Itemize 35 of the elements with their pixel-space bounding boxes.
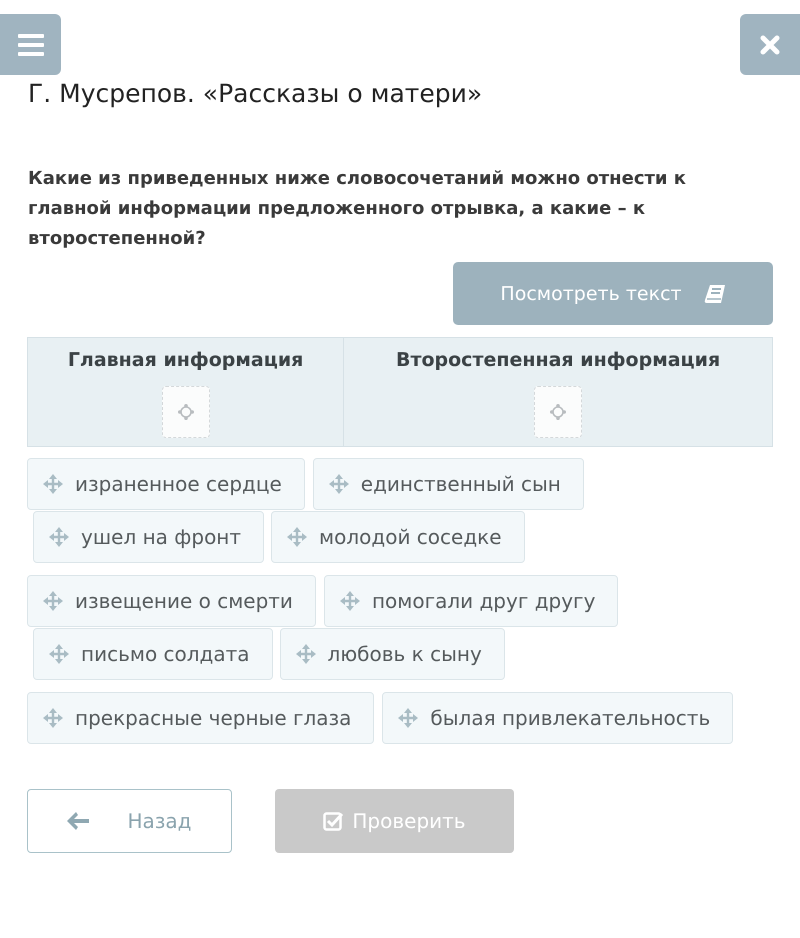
move-icon xyxy=(328,474,349,494)
column-heading: Главная информация xyxy=(68,348,304,373)
crosshair-icon xyxy=(178,404,194,420)
move-icon xyxy=(43,474,63,494)
arrow-left-icon xyxy=(67,812,90,830)
move-icon xyxy=(340,591,360,611)
draggable-phrase[interactable]: прекрасные черные глаза xyxy=(27,692,374,744)
move-icon xyxy=(296,644,316,664)
draggable-phrase[interactable]: извещение о смерти xyxy=(27,575,316,627)
menu-button[interactable] xyxy=(0,14,61,75)
move-icon xyxy=(43,708,63,728)
move-icon xyxy=(398,708,418,728)
move-icon xyxy=(287,527,308,547)
draggable-phrase[interactable]: молодой соседке xyxy=(271,511,525,563)
close-icon xyxy=(760,34,780,54)
draggable-phrase[interactable]: письмо солдата xyxy=(33,628,273,680)
move-icon xyxy=(49,644,69,664)
draggable-phrase[interactable]: былая привлекательность xyxy=(382,692,734,744)
move-icon xyxy=(43,591,63,611)
draggable-phrase[interactable]: израненное сердце xyxy=(27,458,305,510)
draggable-phrase[interactable]: помогали друг другу xyxy=(324,575,618,627)
drop-zone[interactable] xyxy=(534,386,582,438)
column-heading: Второстепенная информация xyxy=(396,348,720,373)
checkbox-icon xyxy=(323,811,344,831)
question-text: Какие из приведенных ниже словосочетаний можно отнести к главной информации предложенного отрывка, а какие – к второстепенной? xyxy=(28,167,688,251)
menu-icon xyxy=(18,34,44,56)
draggable-phrase[interactable]: ушел на фронт xyxy=(33,511,264,563)
lesson-title: Г. Мусрепов. «Рассказы о матери» xyxy=(28,78,484,110)
move-icon xyxy=(49,527,69,547)
draggable-phrase[interactable]: любовь к сыну xyxy=(280,628,505,680)
close-button[interactable] xyxy=(740,14,800,75)
drop-zone[interactable] xyxy=(162,386,210,438)
crosshair-icon xyxy=(550,404,566,420)
draggable-phrase[interactable]: единственный сын xyxy=(312,458,584,510)
book-icon xyxy=(704,284,726,304)
